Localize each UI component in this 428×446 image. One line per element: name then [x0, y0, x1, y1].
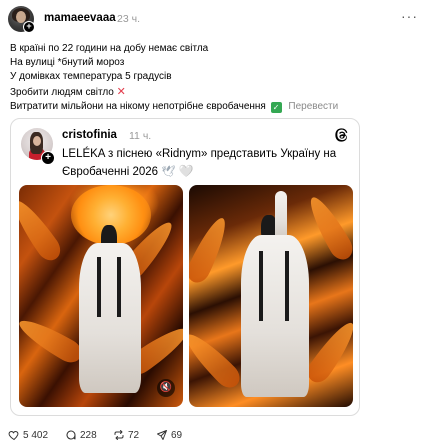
post-header: + mamaeevaaa 23 ч. ···: [8, 6, 420, 33]
post-line: На вулиці *бнутий мороз: [10, 57, 125, 69]
repost-count: 72: [128, 429, 140, 441]
orange-leaf-decoration: [189, 327, 245, 393]
post-line: У домівках температура 5 градусів: [10, 71, 172, 83]
share-button[interactable]: 69: [156, 428, 182, 442]
performance-photo-2[interactable]: [189, 185, 353, 407]
performer-white-dress: [79, 243, 141, 393]
avatar-face: [33, 136, 41, 146]
performer-raised-arm: [275, 191, 287, 241]
author-username[interactable]: mamaeevaaa: [44, 12, 116, 24]
quoted-username[interactable]: cristofinia: [62, 129, 117, 141]
more-horizontal-icon[interactable]: ···: [401, 8, 418, 24]
white-heart-icon: 🤍: [178, 163, 194, 178]
orange-leaf-decoration: [302, 192, 353, 264]
repost-button[interactable]: 72: [113, 428, 139, 442]
follow-plus-icon[interactable]: +: [23, 21, 35, 33]
dress-embroidery: [259, 251, 263, 321]
dress-embroidery: [117, 257, 121, 317]
check-mark-icon: ✓: [270, 101, 282, 113]
like-count: 5 402: [23, 429, 49, 441]
post-time: 23 ч.: [117, 13, 140, 25]
orange-leaf-decoration: [302, 317, 353, 387]
quoted-post-card[interactable]: + cristofinia 11 ч. LELÉKA з піснею «Rid…: [10, 118, 360, 416]
orange-leaf-decoration: [19, 312, 86, 368]
dove-icon: 🕊: [161, 165, 176, 178]
performance-photo-1[interactable]: 🔇: [19, 185, 183, 407]
dress-embroidery: [285, 251, 289, 321]
comment-icon: [66, 430, 76, 440]
comment-count: 228: [80, 429, 97, 441]
cross-mark-icon: ✕: [116, 85, 126, 98]
post-line: Витратити мільйони на нікому непотрібне …: [10, 100, 415, 114]
quoted-time: 11 ч.: [129, 130, 152, 142]
share-icon: [157, 430, 167, 440]
post-actions: 5 402 228 72 69: [8, 428, 408, 444]
follow-plus-icon[interactable]: +: [41, 151, 55, 165]
share-count: 69: [171, 429, 183, 441]
heart-icon: [8, 430, 19, 441]
quoted-text: LELÉKA з піснею «Ridnym» представить Укр…: [62, 146, 352, 180]
comment-button[interactable]: 228: [65, 428, 97, 442]
translate-link[interactable]: Перевести: [288, 101, 338, 112]
post-line-text: Витратити мільйони на нікому непотрібне …: [10, 100, 266, 112]
repost-icon: [114, 430, 124, 440]
threads-logo-icon[interactable]: [334, 127, 350, 143]
post-line: В країні по 22 години на добу немає світ…: [10, 43, 209, 54]
post-body: В країні по 22 години на добу немає світ…: [10, 42, 415, 114]
quoted-text-body: LELÉKA з піснею «Ridnym» представить Укр…: [62, 148, 337, 178]
orange-leaf-decoration: [189, 213, 233, 287]
performer-white-dress: [241, 235, 309, 397]
post-line: Зробити людям світло ✕: [10, 85, 415, 100]
orange-leaf-decoration: [19, 195, 66, 265]
like-button[interactable]: 5 402: [8, 428, 48, 442]
mute-icon[interactable]: 🔇: [157, 379, 175, 397]
dress-embroidery: [97, 257, 101, 317]
post-line-text: Зробити людям світло: [10, 86, 114, 98]
